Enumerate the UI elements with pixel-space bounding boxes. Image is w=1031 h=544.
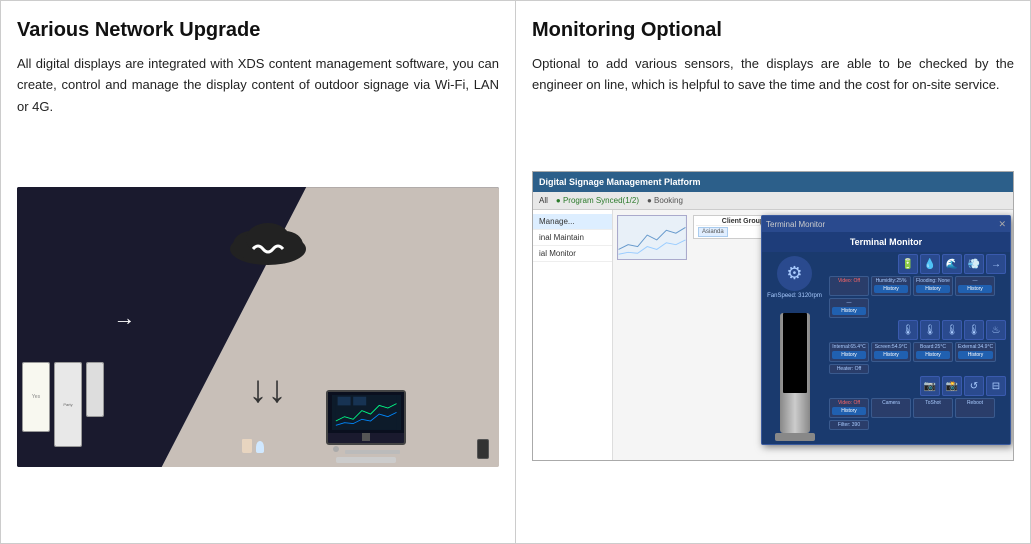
toshot-label: ToShot xyxy=(913,398,953,418)
flooding-history-btn[interactable]: History xyxy=(916,285,950,293)
temp4-icon: 🌡 xyxy=(964,320,984,340)
video-history-btn[interactable]: History xyxy=(832,407,866,415)
status-row-1: Video: Off Humidity:25% History Flooding… xyxy=(829,276,1008,318)
reboot-icon: ↺ xyxy=(964,376,984,396)
video-status: Video: Off xyxy=(829,276,869,296)
status3-history-btn[interactable]: History xyxy=(958,285,992,293)
client-value: Asianda xyxy=(698,227,728,237)
temp-status-row: Internal:65.4°C History Screen:54.9°C Hi… xyxy=(829,342,1008,374)
signage-screen xyxy=(783,313,807,393)
software-titlebar: Digital Signage Management Platform xyxy=(533,172,1013,192)
right-panel-text: Optional to add various sensors, the dis… xyxy=(532,53,1014,96)
store-displays: Yes Party xyxy=(22,362,104,447)
terminal-header-text: Terminal Monitor xyxy=(850,237,922,247)
camera-status-row: Video: Off History Camera ToShot Reboot … xyxy=(829,398,1008,430)
nav-all: All xyxy=(539,196,548,205)
terminal-close-icon[interactable]: ✕ xyxy=(998,219,1006,230)
left-panel-image: Yes Party → xyxy=(17,127,499,527)
temp-icons-row: 🌡 🌡 🌡 🌡 ♨ xyxy=(829,320,1008,340)
status4: — History xyxy=(829,298,869,318)
left-panel-text: All digital displays are integrated with… xyxy=(17,53,499,117)
filter-label: Filter: 390 xyxy=(829,420,869,430)
board-history-btn[interactable]: History xyxy=(916,351,950,359)
software-navbar: All ● Program Synced(1/2) ● Booking xyxy=(533,192,1013,210)
camera-icons-row: 📷 📸 ↺ ⊟ xyxy=(829,376,1008,396)
board-temp: Board:25°C History xyxy=(913,342,953,362)
display-kiosk-2: Party xyxy=(54,362,82,447)
flooding-status: Flooding: None History xyxy=(913,276,953,296)
software-sidebar: Manage... inal Maintain ial Monitor xyxy=(533,210,613,460)
internal-temp: Internal:65.4°C History xyxy=(829,342,869,362)
signage-tower-container xyxy=(775,305,815,441)
humidity-status: Humidity:25% History xyxy=(871,276,911,296)
humidity-history-btn[interactable]: History xyxy=(874,285,908,293)
signage-base xyxy=(775,433,815,441)
arrow-icon: → xyxy=(986,254,1006,274)
cam2-icon: 📸 xyxy=(942,376,962,396)
software-chart xyxy=(617,215,687,260)
reboot-label: Reboot xyxy=(955,398,995,418)
fan-icon: ⚙ xyxy=(777,256,812,291)
temp3-icon: 🌡 xyxy=(942,320,962,340)
monitor-stand xyxy=(362,433,370,441)
wind-icon: 💨 xyxy=(964,254,984,274)
arrow-right-icon: → xyxy=(113,305,135,331)
monitoring-software-screenshot: Digital Signage Management Platform All … xyxy=(532,171,1014,461)
sidebar-manage[interactable]: Manage... xyxy=(533,214,612,230)
heater-status: Heater: Off xyxy=(829,364,869,374)
network-upgrade-image: Yes Party → xyxy=(17,187,499,467)
filter-icon: ⊟ xyxy=(986,376,1006,396)
software-main: Client Group Asianda Terminal Monitor ✕ xyxy=(613,210,1013,460)
nav-booking: ● Booking xyxy=(647,196,683,205)
external-history-btn[interactable]: History xyxy=(958,351,993,359)
camera-label: Camera xyxy=(871,398,911,418)
right-panel-title: Monitoring Optional xyxy=(532,17,1014,43)
screen-temp: Screen:54.9°C History xyxy=(871,342,911,362)
left-panel-title: Various Network Upgrade xyxy=(17,17,499,43)
external-temp: External:34.9°C History xyxy=(955,342,996,362)
cam1-icon: 📷 xyxy=(920,376,940,396)
internal-history-btn[interactable]: History xyxy=(832,351,866,359)
heater-icon: ♨ xyxy=(986,320,1006,340)
desk-scene xyxy=(234,313,499,467)
monitor-screen xyxy=(328,392,404,433)
monitor-content xyxy=(332,395,400,430)
software-body: Manage... inal Maintain ial Monitor xyxy=(533,210,1013,460)
video-off-status: Video: Off History xyxy=(829,398,869,418)
fan-speed: FanSpeed: 3120rpm xyxy=(767,293,822,299)
temp1-icon: 🌡 xyxy=(898,320,918,340)
signage-tower xyxy=(780,313,810,433)
nav-program: ● Program Synced(1/2) xyxy=(556,196,639,205)
temp2-icon: 🌡 xyxy=(920,320,940,340)
display-kiosk-3 xyxy=(86,362,104,417)
status3: — History xyxy=(955,276,995,296)
terminal-bottom-bar: Client Number:Outdoor-75-Shenzhen Data U… xyxy=(762,444,1010,445)
water-icon: 💧 xyxy=(920,254,940,274)
battery-icon: 🔋 xyxy=(898,254,918,274)
sidebar-terminal-maintain[interactable]: inal Maintain xyxy=(533,230,612,246)
terminal-monitor-window: Terminal Monitor ✕ Terminal Monitor xyxy=(761,215,1011,445)
terminal-header: Terminal Monitor xyxy=(762,232,1010,252)
sidebar-terminal-monitor[interactable]: ial Monitor xyxy=(533,246,612,262)
terminal-left: ⚙ FanSpeed: 3120rpm xyxy=(762,252,827,444)
status4-history-btn[interactable]: History xyxy=(832,307,866,315)
display-kiosk-1: Yes xyxy=(22,362,50,432)
right-panel-image: Digital Signage Management Platform All … xyxy=(532,106,1014,527)
cloud-icon xyxy=(223,217,313,277)
right-panel: Monitoring Optional Optional to add vari… xyxy=(516,1,1030,543)
terminal-titlebar: Terminal Monitor ✕ xyxy=(762,216,1010,232)
software-title: Digital Signage Management Platform xyxy=(539,177,701,187)
monitor xyxy=(326,390,406,445)
swim-icon: 🌊 xyxy=(942,254,962,274)
sensor-icons-row: 🔋 💧 🌊 💨 → xyxy=(829,254,1008,274)
terminal-title: Terminal Monitor xyxy=(766,220,825,229)
terminal-right: 🔋 💧 🌊 💨 → Video: xyxy=(827,252,1010,444)
screen-history-btn[interactable]: History xyxy=(874,351,908,359)
terminal-content: ⚙ FanSpeed: 3120rpm xyxy=(762,252,1010,444)
left-panel: Various Network Upgrade All digital disp… xyxy=(1,1,516,543)
